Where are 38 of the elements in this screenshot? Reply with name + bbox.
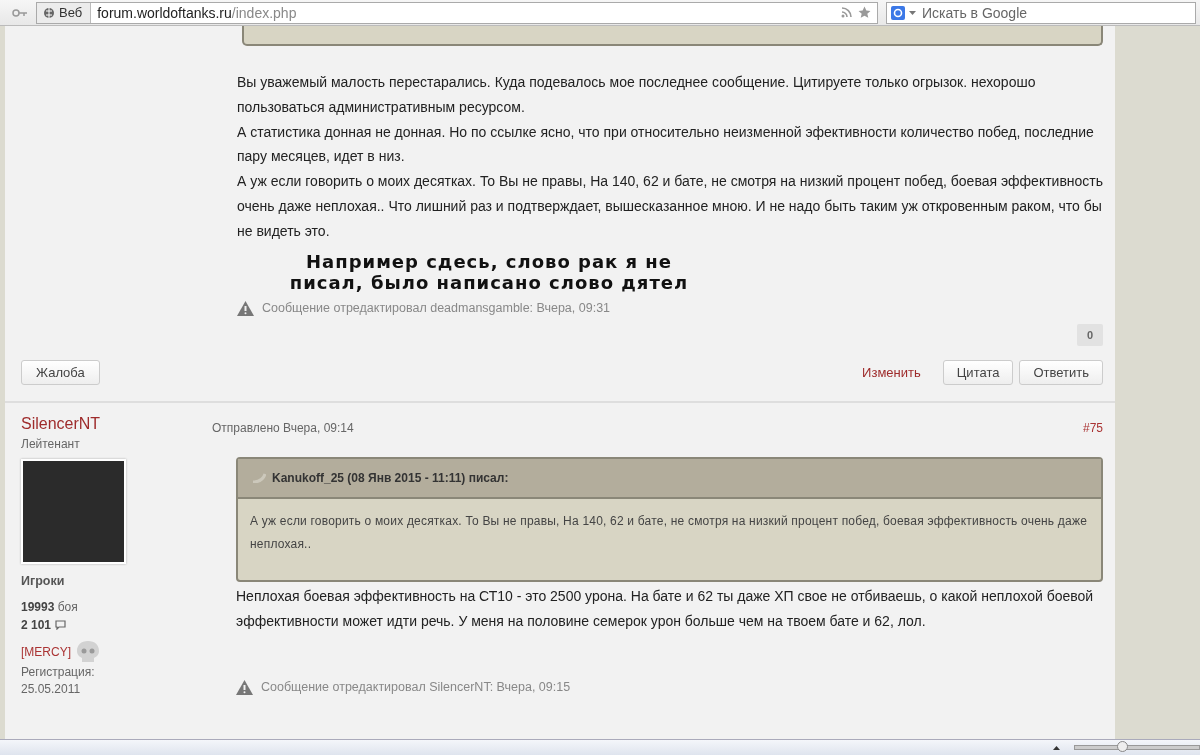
quote-icon (252, 472, 266, 483)
post-date: Отправлено Вчера, 09:14 (212, 420, 354, 435)
rss-icon[interactable] (841, 7, 852, 18)
quote-header: Kanukoff_25 (08 Янв 2015 - 11:11) писал: (272, 470, 509, 485)
registration-label: Регистрация: (21, 663, 96, 681)
clan-tag[interactable]: [MERCY] (21, 644, 71, 659)
skull-icon (75, 639, 101, 664)
edit-note: Сообщение отредактировал deadmansgamble: Вчера, 09:31 (262, 301, 611, 316)
post-paragraph: А уж если говорить о моих десятках. То Вы не правы, На 140, 62 и бате, не смотря на низкий процент побед, боевая эффективность очень даже неплохая.. Что лишний раз и подтверждает, вышесказанное мною. И не надо быть таким уж откровенным раком, что бы не видеть это. (237, 172, 1105, 241)
author-name[interactable]: SilencerNT (21, 414, 212, 433)
up-arrow-icon[interactable] (1053, 745, 1060, 750)
warning-icon (236, 679, 253, 695)
address-field[interactable]: Веб forum.worldoftanks.ru/index.php (36, 1, 878, 24)
author-rank: Лейтенант (21, 436, 81, 451)
post-action-button[interactable]: Цитата (942, 359, 1014, 385)
zoom-slider-thumb[interactable] (1117, 741, 1129, 752)
post-action-button[interactable]: Ответить (1019, 359, 1103, 385)
posts-count: 2 101 (21, 617, 52, 632)
star-icon[interactable] (858, 6, 871, 19)
post-paragraph: Неплохая боевая эффективность на СТ10 - это 2500 урона. На бате и 62 ты даже ХП свое не отбиваешь, о какой неплохой боевой эффективности может идти речь. У меня на половине семерок урон больше чем на твоем бате и 62, лол. (236, 586, 1095, 631)
post-paragraph: Вы уважемый малость перестарались. Куда подевалось мое последнее сообщение. Цитируете только огрызок. нехорошо пользоваться административным ресурсом. (237, 73, 1037, 117)
quote-text: А уж если говорить о моих десятках. То Вы не правы, На 140, 62 и бате, не смотря на низкий процент побед, боевая эффективность очень даже неплохая.. (249, 512, 1088, 553)
post-paragraph: А статистика донная не донная. Но по ссылке ясно, что при относительно неизменной эфективности количество побед, последние пару месяцев, идет в низ. (237, 122, 1095, 167)
like-count[interactable]: 0 (1076, 323, 1103, 346)
key-icon[interactable] (12, 7, 28, 18)
author-group: Игроки (21, 573, 212, 588)
globe-icon (43, 6, 55, 19)
report-button[interactable]: Жалоба (21, 359, 100, 385)
annotation-text: Например сдесь, слово рак я не писал, было написано слово дятел (288, 250, 690, 293)
warning-icon (237, 300, 254, 316)
battles-count: 19993 боя (21, 599, 79, 614)
registration-date: 25.05.2011 (21, 680, 82, 698)
speech-bubble-icon (55, 619, 67, 630)
scope-chip[interactable]: Веб (37, 2, 92, 23)
edit-note: Сообщение отредактировал SilencerNT: Вчера, 09:15 (261, 680, 571, 695)
post-number-link[interactable]: #75 (1082, 420, 1103, 435)
edit-link[interactable]: Изменить (862, 364, 921, 380)
url-text: forum.worldoftanks.ru/index.php (97, 4, 298, 21)
